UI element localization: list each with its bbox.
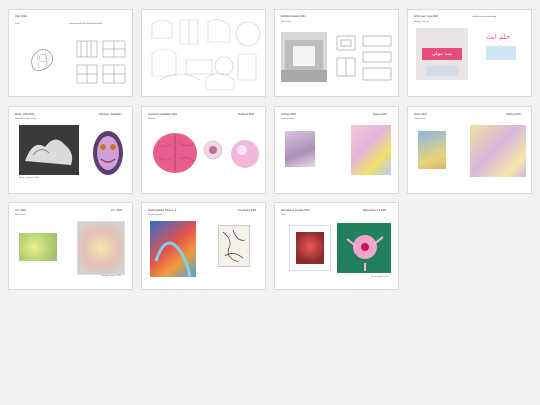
page-header: CC / 2023 (15, 209, 26, 212)
eye-sculpture-image (203, 140, 223, 160)
blue-yellow-painting-image (418, 131, 446, 169)
ornate-mirror-image (93, 131, 123, 175)
banner-photo-image: بيت مولى (416, 28, 468, 80)
page-header: Illustration & portraits 2023 (281, 209, 310, 212)
page-header: Interactive installation 2024 (148, 113, 177, 116)
framed-portrait-image (289, 225, 331, 271)
page-subtitle: Mixed media (15, 214, 27, 216)
page-thumbnail-11[interactable]: Illustration & portraits 2023 Work Water… (274, 202, 399, 290)
installation-photo-image (281, 32, 327, 82)
page-caption: Typographic banner work with Arabic lett… (472, 15, 522, 19)
furniture-drawings-image (76, 40, 126, 84)
page-thumbnail-1[interactable]: Olin / 2024 Work Sketch - drawing for di… (8, 9, 133, 97)
page-subtitle: Work (281, 214, 286, 216)
page-caption: Oil on canvas, framed composition series (488, 178, 518, 179)
framed-painting-image (77, 221, 125, 275)
page-header: Exhibition Design 2024 (281, 15, 306, 18)
page-thumbnail-5[interactable]: Mural - Work 2024 Materials: acrylic, wo… (8, 106, 133, 194)
page-caption: Ink on paper, 2023 (371, 276, 388, 278)
page-caption: Painting, canvas, 2023 (101, 275, 122, 277)
page-caption: Sketch - drawing for dining table and ch… (69, 22, 129, 26)
pink-dome-sculpture-image (231, 140, 259, 168)
page-header-right: Watercolour, ink 2023 (363, 209, 387, 212)
page-thumbnail-grid: Olin / 2024 Work Sketch - drawing for di… (0, 0, 540, 405)
page-header: Arbor Law / Joya 2023 (414, 15, 438, 18)
page-header: Series 2023 (414, 113, 427, 116)
page-caption: Mural, courtyard, 2024 (19, 177, 40, 179)
yellow-abstract-painting-image (470, 125, 526, 177)
page-header-right: Painting 2023 (506, 113, 521, 116)
arabic-sign: حلم انت (486, 33, 511, 41)
mural-painting-image (19, 125, 79, 175)
arabic-letterforms-image: حلم انت (486, 32, 526, 72)
page-subtitle: Work / Year (281, 21, 292, 23)
green-pink-illustration-image (337, 223, 391, 273)
colorful-abstract-painting-image (150, 221, 196, 277)
shapes-line-drawing-image (151, 19, 261, 91)
page-caption: Installation view / wall element study (343, 21, 369, 22)
page-thumbnail-8[interactable]: Series 2023 Oil on canvas Painting 2023 … (407, 106, 532, 194)
page-header-right: CC / 2023 (111, 209, 122, 212)
wall-element-drawings-image (336, 35, 392, 81)
page-subtitle: Materials: acrylic, wood (15, 118, 36, 120)
page-header-right: Paintings, Installation (99, 113, 122, 116)
chair-sketch-image (31, 49, 53, 71)
page-thumbnail-10[interactable]: Studio Abstract Series 1, 2 Acrylic on p… (141, 202, 266, 290)
page-subtitle: Work (15, 23, 20, 25)
page-header: Studio Abstract Series 1, 2 (148, 209, 177, 212)
page-header: Mural - Work 2024 (15, 113, 35, 116)
arabic-banner: بيت مولى (422, 48, 462, 60)
page-subtitle: Edition / Process (414, 21, 430, 23)
page-thumbnail-2[interactable] (141, 9, 266, 97)
portrait-painting-image (285, 131, 315, 167)
page-subtitle: Digital painting (281, 118, 295, 120)
page-subtitle: Acrylic on panel (148, 214, 163, 216)
page-thumbnail-9[interactable]: CC / 2023 Mixed media CC / 2023 Painting… (8, 202, 133, 290)
pink-brain-sculpture-image (153, 133, 197, 173)
page-header-right: Ink drawing 2022 (238, 209, 257, 212)
page-header: Portraits 2024 (281, 113, 296, 116)
ink-drawing-image (218, 225, 250, 267)
page-thumbnail-3[interactable]: Exhibition Design 2024 Work / Year Insta… (274, 9, 399, 97)
page-header-right: Sculpture 2024 (238, 113, 255, 116)
page-header: Olin / 2024 (15, 15, 27, 18)
page-header-right: Figures 2024 (373, 113, 387, 116)
page-subtitle: Medium (148, 118, 156, 120)
green-painting-image (19, 233, 57, 261)
page-thumbnail-6[interactable]: Interactive installation 2024 Medium Scu… (141, 106, 266, 194)
page-thumbnail-7[interactable]: Portraits 2024 Digital painting Figures … (274, 106, 399, 194)
abstract-painting-image (351, 125, 391, 175)
page-thumbnail-4[interactable]: Arbor Law / Joya 2023 Edition / Process … (407, 9, 532, 97)
page-subtitle: Oil on canvas (414, 118, 427, 120)
